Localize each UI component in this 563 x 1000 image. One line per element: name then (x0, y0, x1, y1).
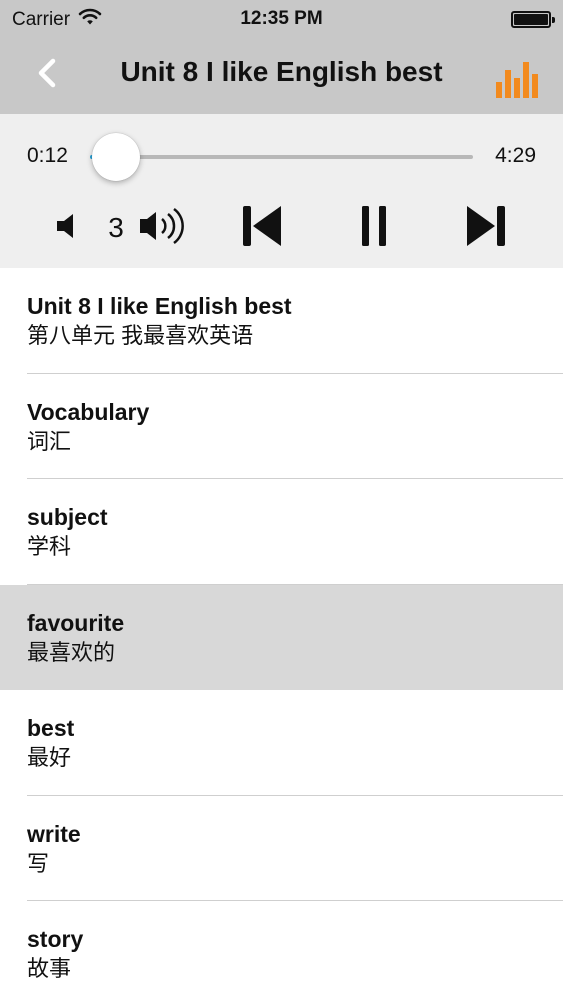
status-bar: Carrier 12:35 PM (0, 0, 563, 38)
item-english: story (27, 926, 84, 952)
list-item[interactable]: Vocabulary 词汇 (0, 374, 563, 479)
equalizer-icon (495, 62, 539, 104)
item-chinese: 写 (27, 850, 50, 876)
volume-level: 3 (108, 212, 124, 243)
skip-next-icon (463, 204, 509, 253)
current-time: 0:12 (27, 144, 68, 167)
status-time: 12:35 PM (240, 8, 323, 29)
volume-up-icon (137, 204, 191, 253)
next-button[interactable] (460, 204, 512, 252)
volume-down-icon (53, 211, 83, 246)
item-english: favourite (27, 609, 125, 636)
list-item[interactable]: subject 学科 (0, 479, 563, 585)
playback-controls: 3 (0, 198, 563, 258)
volume-down-button[interactable] (50, 210, 86, 246)
equalizer-button[interactable] (495, 60, 539, 100)
skip-previous-icon (239, 204, 285, 253)
item-english: Vocabulary (27, 398, 150, 425)
total-time: 4:29 (495, 144, 536, 167)
item-chinese: 词汇 (27, 428, 72, 454)
item-chinese: 故事 (27, 956, 72, 981)
list-item[interactable]: story 故事 (0, 901, 563, 1000)
list-item[interactable]: favourite 最喜欢的 (0, 584, 563, 690)
list-item[interactable]: write 写 (0, 796, 563, 901)
item-chinese: 最喜欢的 (27, 639, 116, 665)
lesson-list: Unit 8 I like English best 第八单元 我最喜欢英语 Voc… (0, 268, 563, 1000)
volume-up-button[interactable] (136, 206, 192, 250)
item-english: write (27, 820, 81, 847)
pause-button[interactable] (350, 204, 398, 252)
item-chinese: 第八单元 我最喜欢英语 (27, 323, 254, 348)
pause-icon (357, 204, 391, 253)
item-chinese: 学科 (27, 534, 72, 559)
item-english: Unit 8 I like English best (27, 293, 292, 319)
audio-player: 0:12 4:29 3 (0, 114, 563, 268)
previous-button[interactable] (236, 204, 288, 252)
progress-slider[interactable] (90, 133, 473, 181)
navigation-bar: Unit 8 I like English best (0, 38, 563, 114)
page-title: Unit 8 I like English best (120, 56, 443, 87)
list-item[interactable]: Unit 8 I like English best 第八单元 我最喜欢英语 (0, 268, 563, 374)
battery-icon (511, 11, 555, 28)
list-item[interactable]: best 最好 (0, 690, 563, 796)
slider-thumb[interactable] (92, 133, 141, 181)
item-english: subject (27, 504, 108, 530)
item-english: best (27, 715, 75, 741)
item-chinese: 最好 (27, 745, 72, 770)
